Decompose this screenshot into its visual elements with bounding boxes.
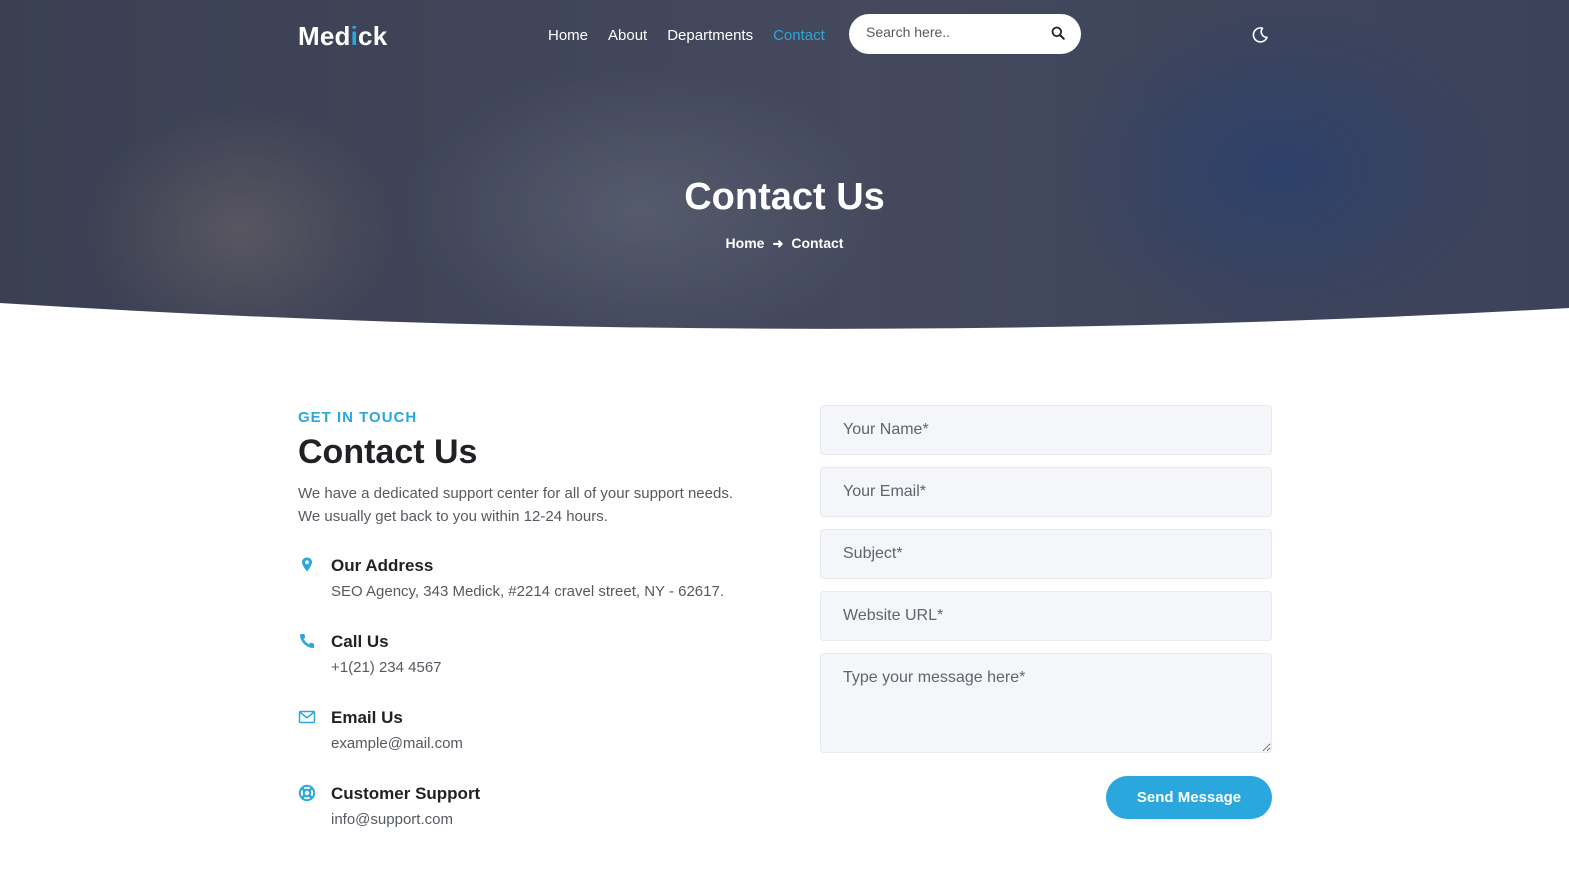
email-field[interactable] <box>820 467 1272 517</box>
website-field[interactable] <box>820 591 1272 641</box>
nav-home[interactable]: Home <box>548 27 588 44</box>
search-icon[interactable] <box>1051 26 1065 40</box>
contact-item-value[interactable]: example@mail.com <box>331 735 463 752</box>
top-navbar: Medick Home About Departments Contact <box>0 0 1569 70</box>
subject-field[interactable] <box>820 529 1272 579</box>
arrow-right-icon: ➜ <box>772 236 784 251</box>
send-message-button[interactable]: Send Message <box>1106 776 1272 819</box>
name-field[interactable] <box>820 405 1272 455</box>
breadcrumb-current: Contact <box>791 235 844 251</box>
main-menu: Home About Departments Contact <box>548 27 825 44</box>
lifebuoy-icon <box>298 784 316 802</box>
nav-about[interactable]: About <box>608 27 647 44</box>
search-input[interactable] <box>866 24 1041 40</box>
dark-mode-moon-icon[interactable] <box>1251 26 1269 44</box>
breadcrumb: Home ➜ Contact <box>0 235 1569 252</box>
logo[interactable]: Medick <box>298 21 387 52</box>
section-eyebrow: GET IN TOUCH <box>298 409 418 426</box>
contact-item-title: Email Us <box>331 708 403 727</box>
contact-item-title: Our Address <box>331 556 434 575</box>
phone-icon <box>300 634 314 648</box>
message-textarea[interactable] <box>820 653 1272 753</box>
breadcrumb-home[interactable]: Home <box>726 235 765 251</box>
section-description: We have a dedicated support center for a… <box>298 485 733 525</box>
contact-item-title: Customer Support <box>331 784 481 803</box>
contact-item-title: Call Us <box>331 632 389 651</box>
contact-item-value: SEO Agency, 343 Medick, #2214 cravel str… <box>331 583 724 600</box>
page-title: Contact Us <box>684 176 885 218</box>
map-pin-icon <box>302 557 312 572</box>
nav-departments[interactable]: Departments <box>667 27 753 44</box>
search-box <box>849 14 1081 54</box>
envelope-icon <box>298 710 316 724</box>
nav-contact[interactable]: Contact <box>773 27 825 44</box>
contact-item-value[interactable]: +1(21) 234 4567 <box>331 659 442 676</box>
contact-item-value[interactable]: info@support.com <box>331 811 453 828</box>
section-title: Contact Us <box>298 433 478 471</box>
